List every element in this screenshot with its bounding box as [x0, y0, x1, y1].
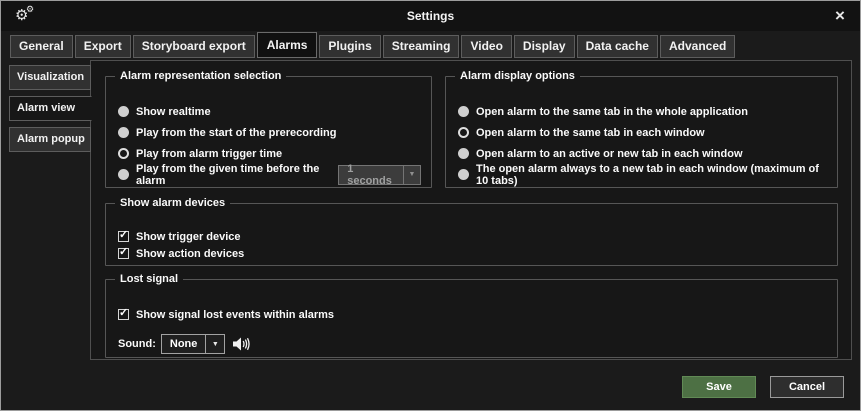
tab-storyboard-export[interactable]: Storyboard export	[133, 35, 255, 58]
sidetab-alarm-view[interactable]: Alarm view	[9, 96, 92, 121]
tab-video[interactable]: Video	[461, 35, 511, 58]
title-bar: ⚙ ⚙ Settings ×	[1, 1, 860, 31]
checkbox-label: Show action devices	[136, 248, 244, 260]
sound-dropdown[interactable]: None ▼	[161, 334, 226, 354]
group-title: Alarm display options	[455, 70, 580, 82]
radio-icon	[458, 148, 469, 159]
radio-always-new-tab-each-window[interactable]: The open alarm always to a new tab in ea…	[458, 164, 827, 185]
radio-icon	[118, 127, 129, 138]
radio-play-given-time-before-alarm[interactable]: Play from the given time before the alar…	[118, 164, 421, 185]
tab-export[interactable]: Export	[75, 35, 131, 58]
radio-same-tab-each-window[interactable]: Open alarm to the same tab in each windo…	[458, 122, 827, 143]
checkbox-checked-icon: ✓	[118, 231, 129, 242]
chevron-down-icon: ▼	[205, 335, 224, 353]
sidetab-visualization[interactable]: Visualization	[9, 65, 91, 90]
dropdown-value: 1 seconds	[339, 166, 403, 184]
tab-display[interactable]: Display	[514, 35, 575, 58]
radio-label: Open alarm to an active or new tab in ea…	[476, 148, 743, 160]
radio-label: Play from the start of the prerecording	[136, 127, 336, 139]
group-lost-signal: Lost signal ✓ Show signal lost events wi…	[105, 279, 838, 358]
radio-label: Play from the given time before the alar…	[136, 163, 332, 187]
close-icon[interactable]: ×	[830, 6, 850, 26]
checkbox-checked-icon: ✓	[118, 248, 129, 259]
settings-body: Visualization Alarm view Alarm popup Ala…	[1, 58, 860, 364]
group-alarm-display-options: Alarm display options Open alarm to the …	[445, 76, 838, 188]
prerecord-time-dropdown: 1 seconds ▼	[338, 165, 421, 185]
radio-play-prerecording-start[interactable]: Play from the start of the prerecording	[118, 122, 421, 143]
radio-label: Open alarm to the same tab in the whole …	[476, 106, 748, 118]
gears-icon: ⚙ ⚙	[15, 5, 39, 27]
tab-advanced[interactable]: Advanced	[660, 35, 735, 58]
sound-row: Sound: None ▼	[118, 334, 827, 354]
sound-label: Sound:	[118, 338, 156, 350]
group-title: Show alarm devices	[115, 197, 230, 209]
group-title: Lost signal	[115, 273, 183, 285]
speaker-icon[interactable]	[233, 337, 250, 351]
alarm-side-tabs: Visualization Alarm view Alarm popup	[9, 65, 91, 158]
checkbox-checked-icon: ✓	[118, 309, 129, 320]
check-icon: ✓	[119, 228, 128, 241]
checkbox-show-signal-lost-events[interactable]: ✓ Show signal lost events within alarms	[118, 304, 827, 325]
radio-icon	[118, 106, 129, 117]
settings-tab-bar: General Export Storyboard export Alarms …	[1, 31, 860, 58]
radio-selected-icon	[458, 127, 469, 138]
chevron-down-icon: ▼	[403, 166, 420, 184]
tab-data-cache[interactable]: Data cache	[577, 35, 658, 58]
check-icon: ✓	[119, 306, 128, 319]
radio-label: Open alarm to the same tab in each windo…	[476, 127, 705, 139]
radio-icon	[458, 169, 469, 180]
radio-icon	[118, 169, 129, 180]
group-title: Alarm representation selection	[115, 70, 286, 82]
cancel-button[interactable]: Cancel	[770, 376, 844, 398]
radio-label: The open alarm always to a new tab in ea…	[476, 163, 827, 187]
checkbox-show-action-devices[interactable]: ✓ Show action devices	[118, 245, 827, 262]
tab-alarms[interactable]: Alarms	[257, 32, 318, 58]
checkbox-show-trigger-device[interactable]: ✓ Show trigger device	[118, 228, 827, 245]
checkbox-label: Show signal lost events within alarms	[136, 309, 334, 321]
gear-small-icon: ⚙	[26, 5, 34, 14]
checkbox-label: Show trigger device	[136, 231, 241, 243]
alarm-view-panel: Alarm representation selection Show real…	[90, 60, 852, 360]
group-show-alarm-devices: Show alarm devices ✓ Show trigger device…	[105, 203, 838, 266]
radio-label: Show realtime	[136, 106, 211, 118]
radio-icon	[458, 106, 469, 117]
tab-streaming[interactable]: Streaming	[383, 35, 460, 58]
footer-bar: Save Cancel	[1, 364, 860, 410]
settings-window: ⚙ ⚙ Settings × General Export Storyboard…	[0, 0, 861, 411]
save-button[interactable]: Save	[682, 376, 756, 398]
radio-selected-icon	[118, 148, 129, 159]
tab-plugins[interactable]: Plugins	[319, 35, 380, 58]
radio-same-tab-whole-application[interactable]: Open alarm to the same tab in the whole …	[458, 101, 827, 122]
check-icon: ✓	[119, 245, 128, 258]
window-title: Settings	[1, 9, 860, 23]
tab-general[interactable]: General	[10, 35, 73, 58]
dropdown-value: None	[162, 335, 206, 353]
radio-show-realtime[interactable]: Show realtime	[118, 101, 421, 122]
group-alarm-representation: Alarm representation selection Show real…	[105, 76, 432, 188]
radio-label: Play from alarm trigger time	[136, 148, 282, 160]
radio-play-alarm-trigger-time[interactable]: Play from alarm trigger time	[118, 143, 421, 164]
sidetab-alarm-popup[interactable]: Alarm popup	[9, 127, 91, 152]
radio-active-or-new-tab-each-window[interactable]: Open alarm to an active or new tab in ea…	[458, 143, 827, 164]
